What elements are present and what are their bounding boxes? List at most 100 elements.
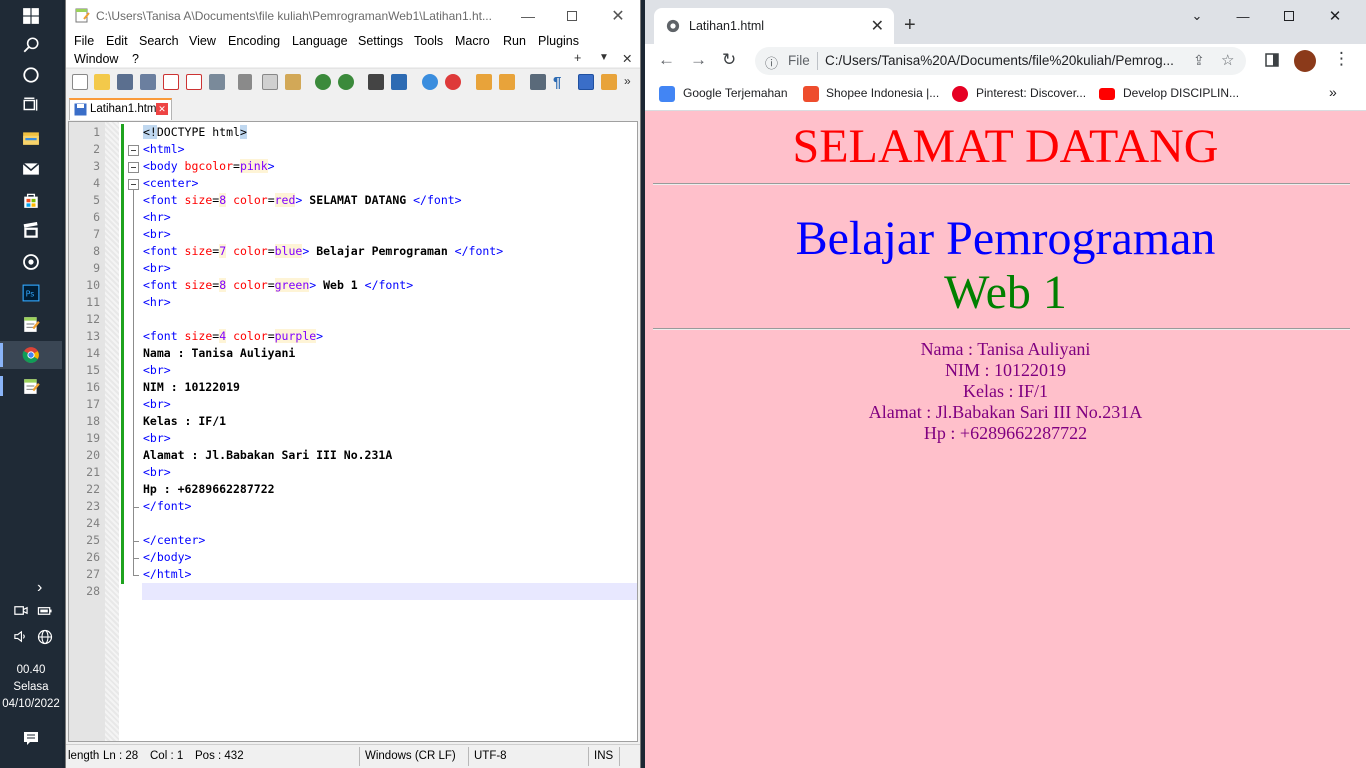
- code-line[interactable]: <font size=7 color=blue> Belajar Pemrogr…: [143, 244, 503, 258]
- cut-icon[interactable]: [238, 74, 252, 90]
- paste-icon[interactable]: [285, 74, 301, 90]
- menu-window[interactable]: Window: [74, 52, 118, 66]
- close-doc-icon[interactable]: ✕: [622, 51, 632, 66]
- bookmark-develop-disciplin[interactable]: Develop DISCIPLIN...: [1123, 86, 1239, 100]
- zoom-out-icon[interactable]: [445, 74, 461, 90]
- print-icon[interactable]: [209, 74, 225, 90]
- notepad-plus-plus-icon[interactable]: [19, 312, 43, 336]
- fold-toggle-icon[interactable]: [128, 179, 139, 190]
- meet-now-icon[interactable]: [13, 603, 28, 621]
- tab-close-icon[interactable]: ✕: [156, 103, 168, 115]
- browser-tab-latihan1[interactable]: Latihan1.html ✕: [654, 8, 894, 44]
- menu-plugins[interactable]: Plugins: [538, 34, 579, 48]
- save-all-icon[interactable]: [140, 74, 156, 90]
- minimize-button[interactable]: —: [1220, 6, 1266, 26]
- menu-encoding[interactable]: Encoding: [228, 34, 280, 48]
- show-all-chars-icon[interactable]: ¶: [553, 74, 569, 91]
- open-file-icon[interactable]: [94, 74, 110, 90]
- notepad-icon[interactable]: [19, 374, 43, 398]
- sync-horizontal-icon[interactable]: [499, 74, 515, 90]
- maximize-button[interactable]: [1266, 6, 1312, 26]
- forward-arrow-icon[interactable]: →: [690, 50, 707, 70]
- info-icon[interactable]: ⓘ: [765, 53, 778, 72]
- new-tab-plus-icon[interactable]: +: [574, 51, 581, 65]
- npp-titlebar[interactable]: C:\Users\Tanisa A\Documents\file kuliah\…: [66, 0, 640, 31]
- minimize-button[interactable]: —: [505, 0, 551, 31]
- maximize-button[interactable]: [549, 0, 595, 31]
- tab-latihan1[interactable]: Latihan1.html ✕: [69, 98, 172, 120]
- film-icon[interactable]: [19, 219, 43, 243]
- copy-icon[interactable]: [262, 74, 278, 90]
- volume-icon[interactable]: [13, 629, 28, 647]
- menu-file[interactable]: File: [74, 34, 94, 48]
- close-file-icon[interactable]: [163, 74, 179, 90]
- tab-search-chevron-icon[interactable]: ⌄: [1174, 6, 1220, 26]
- menu-view[interactable]: View: [189, 34, 216, 48]
- menu-help[interactable]: ?: [132, 52, 139, 66]
- code-line[interactable]: </html>: [143, 567, 191, 581]
- code-line[interactable]: <!DOCTYPE html>: [143, 125, 247, 139]
- system-clock[interactable]: 00.40 Selasa 04/10/2022: [0, 662, 62, 713]
- photoshop-icon[interactable]: Ps: [19, 281, 43, 305]
- fold-toggle-icon[interactable]: [128, 162, 139, 173]
- code-line[interactable]: <br>: [143, 465, 171, 479]
- code-line[interactable]: <font size=8 color=green> Web 1 </font>: [143, 278, 413, 292]
- redo-icon[interactable]: [338, 74, 354, 90]
- code-line[interactable]: <br>: [143, 397, 171, 411]
- code-line[interactable]: <br>: [143, 363, 171, 377]
- bookmark-shopee[interactable]: Shopee Indonesia |...: [826, 86, 939, 100]
- code-line[interactable]: <hr>: [143, 295, 171, 309]
- back-arrow-icon[interactable]: ←: [658, 50, 675, 70]
- task-view-icon[interactable]: [19, 93, 43, 117]
- status-insert-mode[interactable]: INS: [594, 750, 613, 762]
- code-line[interactable]: <html>: [143, 142, 185, 156]
- user-language-icon[interactable]: [601, 74, 617, 90]
- store-icon[interactable]: [19, 188, 43, 212]
- bookmark-google-terjemahan[interactable]: Google Terjemahan: [683, 86, 788, 100]
- menu-run[interactable]: Run: [503, 34, 526, 48]
- search-icon[interactable]: [19, 33, 43, 57]
- save-icon[interactable]: [117, 74, 133, 90]
- menu-edit[interactable]: Edit: [106, 34, 128, 48]
- bookmark-pinterest[interactable]: Pinterest: Discover...: [976, 86, 1086, 100]
- code-line[interactable]: Kelas : IF/1: [143, 414, 226, 428]
- undo-icon[interactable]: [315, 74, 331, 90]
- chrome-titlebar[interactable]: Latihan1.html ✕ + ⌄ — ✕ ← → ↻ ⓘ File C:/…: [645, 0, 1366, 111]
- status-encoding[interactable]: UTF-8: [474, 750, 507, 762]
- share-icon[interactable]: ⇪: [1193, 52, 1205, 69]
- new-file-icon[interactable]: [72, 74, 88, 90]
- menu-search[interactable]: Search: [139, 34, 179, 48]
- status-eol[interactable]: Windows (CR LF): [365, 750, 456, 762]
- media-icon[interactable]: [19, 250, 43, 274]
- code-line[interactable]: <body bgcolor=pink>: [143, 159, 275, 173]
- code-line[interactable]: <center>: [143, 176, 198, 190]
- bookmark-star-icon[interactable]: ☆: [1221, 51, 1234, 69]
- cortana-icon[interactable]: [19, 63, 43, 87]
- indent-guide-icon[interactable]: [578, 74, 594, 90]
- code-line[interactable]: Nama : Tanisa Auliyani: [143, 346, 295, 360]
- tab-list-dropdown-icon[interactable]: ▼: [599, 52, 609, 63]
- globe-icon[interactable]: [37, 629, 53, 648]
- address-bar[interactable]: ⓘ File C:/Users/Tanisa%20A/Documents/fil…: [755, 47, 1246, 75]
- chrome-icon[interactable]: [19, 343, 43, 367]
- replace-icon[interactable]: [391, 74, 407, 90]
- close-button[interactable]: ✕: [1312, 6, 1358, 26]
- close-all-icon[interactable]: [186, 74, 202, 90]
- code-editor[interactable]: 1 <!DOCTYPE html> 2 <html> 3 <body bgcolor=pi…: [68, 121, 638, 742]
- find-icon[interactable]: [368, 74, 384, 90]
- code-line[interactable]: <br>: [143, 261, 171, 275]
- reload-icon[interactable]: ↻: [722, 50, 736, 70]
- code-line[interactable]: <hr>: [143, 210, 171, 224]
- code-line[interactable]: </body>: [143, 550, 191, 564]
- bookmarks-overflow-icon[interactable]: »: [1329, 84, 1337, 100]
- chevron-right-icon[interactable]: ›: [37, 579, 42, 597]
- code-line[interactable]: <font size=4 color=purple>: [143, 329, 323, 343]
- new-tab-plus-icon[interactable]: +: [904, 14, 916, 37]
- mail-icon[interactable]: [19, 157, 43, 181]
- code-line[interactable]: NIM : 10122019: [143, 380, 240, 394]
- word-wrap-icon[interactable]: [530, 74, 546, 90]
- battery-icon[interactable]: [37, 603, 53, 621]
- code-line[interactable]: <br>: [143, 431, 171, 445]
- tab-close-icon[interactable]: ✕: [871, 16, 884, 36]
- sync-vertical-icon[interactable]: [476, 74, 492, 90]
